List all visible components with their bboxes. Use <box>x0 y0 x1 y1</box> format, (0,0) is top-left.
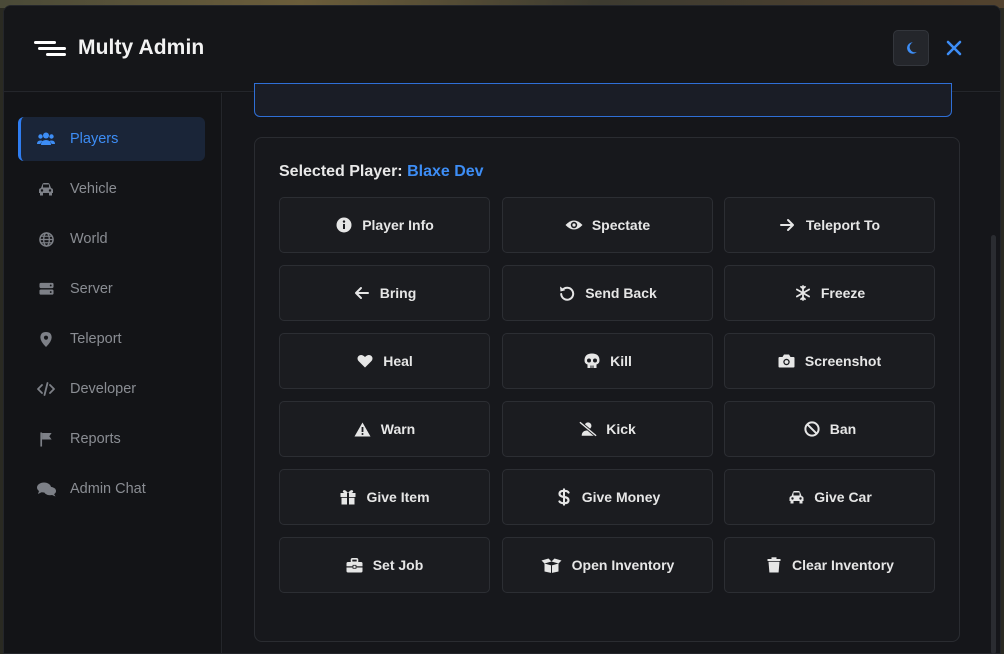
sidebar: Players Vehicle World Server Teleport De… <box>4 93 222 653</box>
heart-icon <box>356 352 374 370</box>
trash-icon <box>765 556 783 574</box>
action-label: Screenshot <box>804 353 882 369</box>
arrow-left-icon <box>353 284 371 302</box>
hamburger-menu-icon[interactable] <box>34 40 66 58</box>
gift-icon <box>339 488 357 506</box>
users-icon <box>36 129 56 149</box>
sidebar-item-label: Players <box>70 131 119 147</box>
skull-icon <box>583 352 601 370</box>
action-label: Clear Inventory <box>792 557 894 573</box>
player-info-button[interactable]: Player Info <box>279 197 490 253</box>
action-label: Bring <box>379 285 417 301</box>
selected-player-name: Blaxe Dev <box>407 163 484 180</box>
action-label: Player Info <box>362 217 434 233</box>
header: Multy Admin <box>4 6 1000 92</box>
globe-icon <box>36 229 56 249</box>
kick-button[interactable]: Kick <box>502 401 713 457</box>
sidebar-item-label: Vehicle <box>70 181 117 197</box>
give-money-button[interactable]: Give Money <box>502 469 713 525</box>
sidebar-item-label: Developer <box>70 381 137 397</box>
action-label: Freeze <box>820 285 866 301</box>
player-actions-card: Selected Player: Blaxe Dev Player Info S… <box>254 137 960 642</box>
sidebar-item-developer[interactable]: Developer <box>18 367 205 411</box>
action-label: Set Job <box>372 557 424 573</box>
action-label: Warn <box>380 421 416 437</box>
action-label: Kill <box>610 353 632 369</box>
eye-icon <box>565 216 583 234</box>
sidebar-item-players[interactable]: Players <box>18 117 205 161</box>
sidebar-item-label: World <box>70 231 108 247</box>
send-back-button[interactable]: Send Back <box>502 265 713 321</box>
sidebar-item-admin-chat[interactable]: Admin Chat <box>18 467 205 511</box>
kill-button[interactable]: Kill <box>502 333 713 389</box>
sidebar-item-server[interactable]: Server <box>18 267 205 311</box>
sidebar-item-label: Server <box>70 281 113 297</box>
set-job-button[interactable]: Set Job <box>279 537 490 593</box>
bring-button[interactable]: Bring <box>279 265 490 321</box>
action-label: Teleport To <box>805 217 881 233</box>
heal-button[interactable]: Heal <box>279 333 490 389</box>
selected-player-heading: Selected Player: Blaxe Dev <box>279 163 484 181</box>
arrow-right-icon <box>779 216 797 234</box>
sidebar-item-label: Admin Chat <box>70 481 146 497</box>
camera-icon <box>778 352 796 370</box>
spectate-button[interactable]: Spectate <box>502 197 713 253</box>
flag-icon <box>36 429 56 449</box>
action-label: Open Inventory <box>571 557 675 573</box>
sidebar-item-label: Reports <box>70 431 121 447</box>
action-label: Kick <box>606 421 636 437</box>
sidebar-item-reports[interactable]: Reports <box>18 417 205 461</box>
ban-icon <box>803 420 821 438</box>
main-content: Selected Player: Blaxe Dev Player Info S… <box>223 83 1000 653</box>
clear-inventory-button[interactable]: Clear Inventory <box>724 537 935 593</box>
action-label: Give Item <box>366 489 430 505</box>
chat-bubbles-icon <box>36 479 56 499</box>
car-icon <box>36 179 56 199</box>
app-title: Multy Admin <box>78 36 205 59</box>
action-label: Give Money <box>581 489 661 505</box>
admin-panel-window: Multy Admin Players Vehicle World Server… <box>3 5 1001 654</box>
open-inventory-button[interactable]: Open Inventory <box>502 537 713 593</box>
sidebar-item-vehicle[interactable]: Vehicle <box>18 167 205 211</box>
action-label: Ban <box>829 421 857 437</box>
briefcase-icon <box>346 556 364 574</box>
action-label: Heal <box>383 353 413 369</box>
scrollbar[interactable] <box>991 235 996 654</box>
snowflake-icon <box>794 284 812 302</box>
give-item-button[interactable]: Give Item <box>279 469 490 525</box>
code-icon <box>36 379 56 399</box>
action-label: Give Car <box>814 489 872 505</box>
map-pin-icon <box>36 329 56 349</box>
give-car-button[interactable]: Give Car <box>724 469 935 525</box>
moon-icon <box>907 42 917 54</box>
warning-triangle-icon <box>354 420 372 438</box>
user-slash-icon <box>579 420 598 438</box>
screenshot-button[interactable]: Screenshot <box>724 333 935 389</box>
theme-toggle-button[interactable] <box>893 30 929 66</box>
close-x-icon <box>946 40 962 56</box>
ban-button[interactable]: Ban <box>724 401 935 457</box>
player-search-input[interactable] <box>254 83 952 117</box>
open-box-icon <box>541 556 563 574</box>
selected-player-label: Selected Player: <box>279 163 403 180</box>
action-label: Send Back <box>585 285 657 301</box>
info-circle-icon <box>335 216 353 234</box>
close-button[interactable] <box>942 36 966 60</box>
dollar-icon <box>555 488 573 506</box>
warn-button[interactable]: Warn <box>279 401 490 457</box>
sidebar-item-label: Teleport <box>70 331 122 347</box>
freeze-button[interactable]: Freeze <box>724 265 935 321</box>
car-icon <box>787 488 805 506</box>
sidebar-item-world[interactable]: World <box>18 217 205 261</box>
server-icon <box>36 279 56 299</box>
sidebar-item-teleport[interactable]: Teleport <box>18 317 205 361</box>
action-label: Spectate <box>591 217 651 233</box>
teleport-to-button[interactable]: Teleport To <box>724 197 935 253</box>
undo-icon <box>558 284 576 302</box>
